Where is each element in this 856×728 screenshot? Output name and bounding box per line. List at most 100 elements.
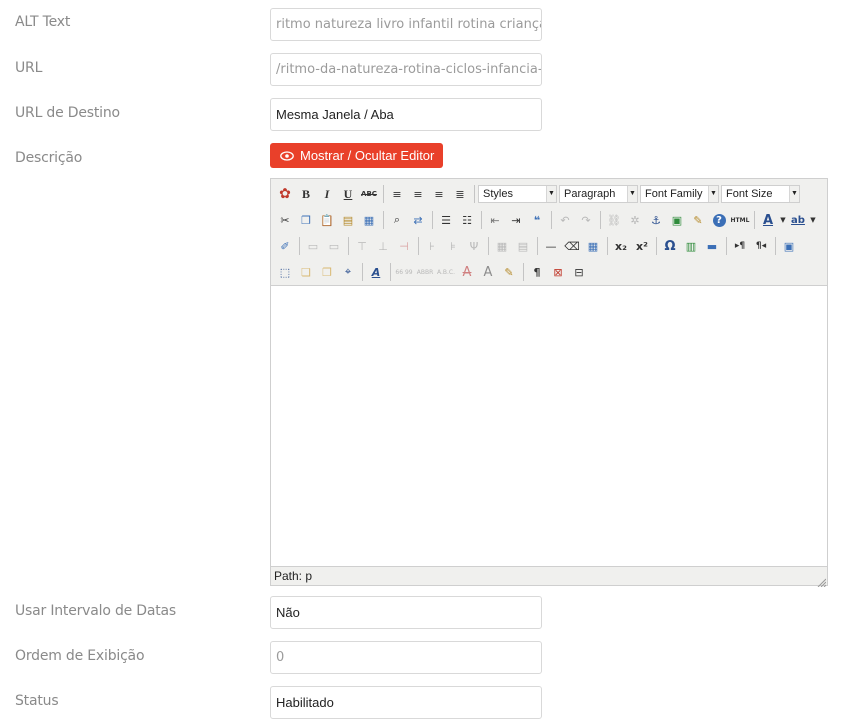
- usar-intervalo-select[interactable]: Não: [270, 596, 542, 629]
- delete-row-icon[interactable]: ⊣: [394, 236, 414, 256]
- style-props-icon[interactable]: A: [366, 262, 386, 282]
- strikethrough-button[interactable]: ABC: [359, 184, 379, 204]
- paste-clean-icon[interactable]: ✿: [275, 184, 295, 204]
- blockquote-icon[interactable]: ❝: [527, 210, 547, 230]
- acronym-button[interactable]: A.B.C.: [436, 262, 456, 282]
- align-center-icon[interactable]: ≡: [408, 184, 428, 204]
- abbr-button[interactable]: ABBR: [415, 262, 435, 282]
- horizontal-rule-icon[interactable]: —: [541, 236, 561, 256]
- page-break-icon[interactable]: ⊟: [569, 262, 589, 282]
- subscript-button[interactable]: x₂: [611, 236, 631, 256]
- toolbar-row-3: ✐ ▭ ▭ ⊤ ⊥ ⊣ ⊦ ⊧ Ψ ▦ ▤ — ⌫ ▦ x₂ x² Ω ▥ ▬ …: [275, 235, 800, 257]
- font-family-select[interactable]: Font Family ▼: [640, 185, 719, 203]
- absolute-position-icon[interactable]: ⌖: [338, 262, 358, 282]
- ltr-icon[interactable]: ▸¶: [730, 236, 750, 256]
- align-right-icon[interactable]: ≡: [429, 184, 449, 204]
- anchor-icon[interactable]: ⚓: [646, 210, 666, 230]
- help-icon[interactable]: ?: [709, 210, 729, 230]
- undo-icon[interactable]: ↶: [555, 210, 575, 230]
- replace-icon[interactable]: ⇄: [408, 210, 428, 230]
- toolbar-separator: [418, 237, 419, 255]
- toolbar-separator: [537, 237, 538, 255]
- eraser-icon[interactable]: ⌫: [562, 236, 582, 256]
- chevron-down-icon[interactable]: ▼: [809, 210, 817, 230]
- toggle-editor-button[interactable]: Mostrar / Ocultar Editor: [270, 143, 443, 168]
- html-source-button[interactable]: HTML: [730, 210, 750, 230]
- move-forward-icon[interactable]: ❏: [296, 262, 316, 282]
- edit-css-icon[interactable]: ✐: [275, 236, 295, 256]
- toolbar-separator: [488, 237, 489, 255]
- underline-button[interactable]: U: [338, 184, 358, 204]
- visual-chars-button[interactable]: ¶: [527, 262, 547, 282]
- toggle-editor-label: Mostrar / Ocultar Editor: [300, 148, 435, 163]
- cleanup-icon[interactable]: ✎: [688, 210, 708, 230]
- copy-icon[interactable]: ❐: [296, 210, 316, 230]
- toolbar-separator: [775, 237, 776, 255]
- paste-word-icon[interactable]: ▦: [359, 210, 379, 230]
- toolbar-separator: [362, 263, 363, 281]
- styles-select[interactable]: Styles ▼: [478, 185, 557, 203]
- url-label: URL: [15, 60, 43, 76]
- special-char-button[interactable]: Ω: [660, 236, 680, 256]
- toolbar-separator: [299, 237, 300, 255]
- status-select[interactable]: Habilitado: [270, 686, 542, 719]
- toolbar-row-2: ✂ ❐ 📋 ▤ ▦ ⌕ ⇄ ☰ ☷ ⇤ ⇥ ❝ ↶ ↷ ⛓ ✲ ⚓ ▣ ✎ ? …: [275, 209, 818, 231]
- cite-button[interactable]: 66 99: [394, 262, 414, 282]
- search-icon[interactable]: ⌕: [387, 210, 407, 230]
- cut-icon[interactable]: ✂: [275, 210, 295, 230]
- fullscreen-icon[interactable]: ▣: [779, 236, 799, 256]
- unlink-icon[interactable]: ✲: [625, 210, 645, 230]
- split-cells-icon[interactable]: ▦: [492, 236, 512, 256]
- insert-row-before-icon[interactable]: ⊤: [352, 236, 372, 256]
- toolbar-separator: [432, 211, 433, 229]
- attributes-icon[interactable]: ✎: [499, 262, 519, 282]
- insert-row-after-icon[interactable]: ⊥: [373, 236, 393, 256]
- numbered-list-icon[interactable]: ☷: [457, 210, 477, 230]
- toolbar-separator: [656, 237, 657, 255]
- outdent-icon[interactable]: ⇤: [485, 210, 505, 230]
- deletion-icon[interactable]: A: [457, 262, 477, 282]
- insert-col-before-icon[interactable]: ⊦: [422, 236, 442, 256]
- delete-col-icon[interactable]: Ψ: [464, 236, 484, 256]
- editor-path: Path: p: [274, 569, 313, 583]
- bullet-list-icon[interactable]: ☰: [436, 210, 456, 230]
- bold-button[interactable]: B: [296, 184, 316, 204]
- rtl-icon[interactable]: ¶◂: [751, 236, 771, 256]
- toolbar-separator: [754, 211, 755, 229]
- toolbar-separator: [348, 237, 349, 255]
- editor-content-area[interactable]: [271, 285, 827, 567]
- insert-layer-icon[interactable]: ⬚: [275, 262, 295, 282]
- url-destino-select[interactable]: Mesma Janela / Aba: [270, 98, 542, 131]
- paste-text-icon[interactable]: ▤: [338, 210, 358, 230]
- image-icon[interactable]: ▣: [667, 210, 687, 230]
- ordem-input[interactable]: 0: [270, 641, 542, 674]
- toolbar-separator: [474, 185, 475, 203]
- alt-text-input[interactable]: ritmo natureza livro infantil rotina cri…: [270, 8, 542, 41]
- chevron-down-icon[interactable]: ▼: [779, 210, 787, 230]
- insert-col-after-icon[interactable]: ⊧: [443, 236, 463, 256]
- media-icon[interactable]: ▥: [681, 236, 701, 256]
- table-cell-props-icon[interactable]: ▭: [324, 236, 344, 256]
- paste-icon[interactable]: 📋: [317, 210, 337, 230]
- link-icon[interactable]: ⛓: [604, 210, 624, 230]
- paragraph-select[interactable]: Paragraph ▼: [559, 185, 638, 203]
- superscript-button[interactable]: x²: [632, 236, 652, 256]
- highlight-color-icon[interactable]: ab: [788, 210, 808, 230]
- font-size-select[interactable]: Font Size ▼: [721, 185, 800, 203]
- merge-cells-icon[interactable]: ▤: [513, 236, 533, 256]
- url-input[interactable]: /ritmo-da-natureza-rotina-ciclos-infanci…: [270, 53, 542, 86]
- move-backward-icon[interactable]: ❐: [317, 262, 337, 282]
- italic-button[interactable]: I: [317, 184, 337, 204]
- nonbreaking-icon[interactable]: ⊠: [548, 262, 568, 282]
- ordem-label: Ordem de Exibição: [15, 648, 145, 664]
- table-icon[interactable]: ▦: [583, 236, 603, 256]
- align-left-icon[interactable]: ≡: [387, 184, 407, 204]
- redo-icon[interactable]: ↷: [576, 210, 596, 230]
- table-row-props-icon[interactable]: ▭: [303, 236, 323, 256]
- align-justify-icon[interactable]: ≣: [450, 184, 470, 204]
- insertion-icon[interactable]: A: [478, 262, 498, 282]
- indent-icon[interactable]: ⇥: [506, 210, 526, 230]
- insert-date-icon[interactable]: ▬: [702, 236, 722, 256]
- text-color-icon[interactable]: A: [758, 210, 778, 230]
- resize-grip-icon[interactable]: [816, 574, 827, 588]
